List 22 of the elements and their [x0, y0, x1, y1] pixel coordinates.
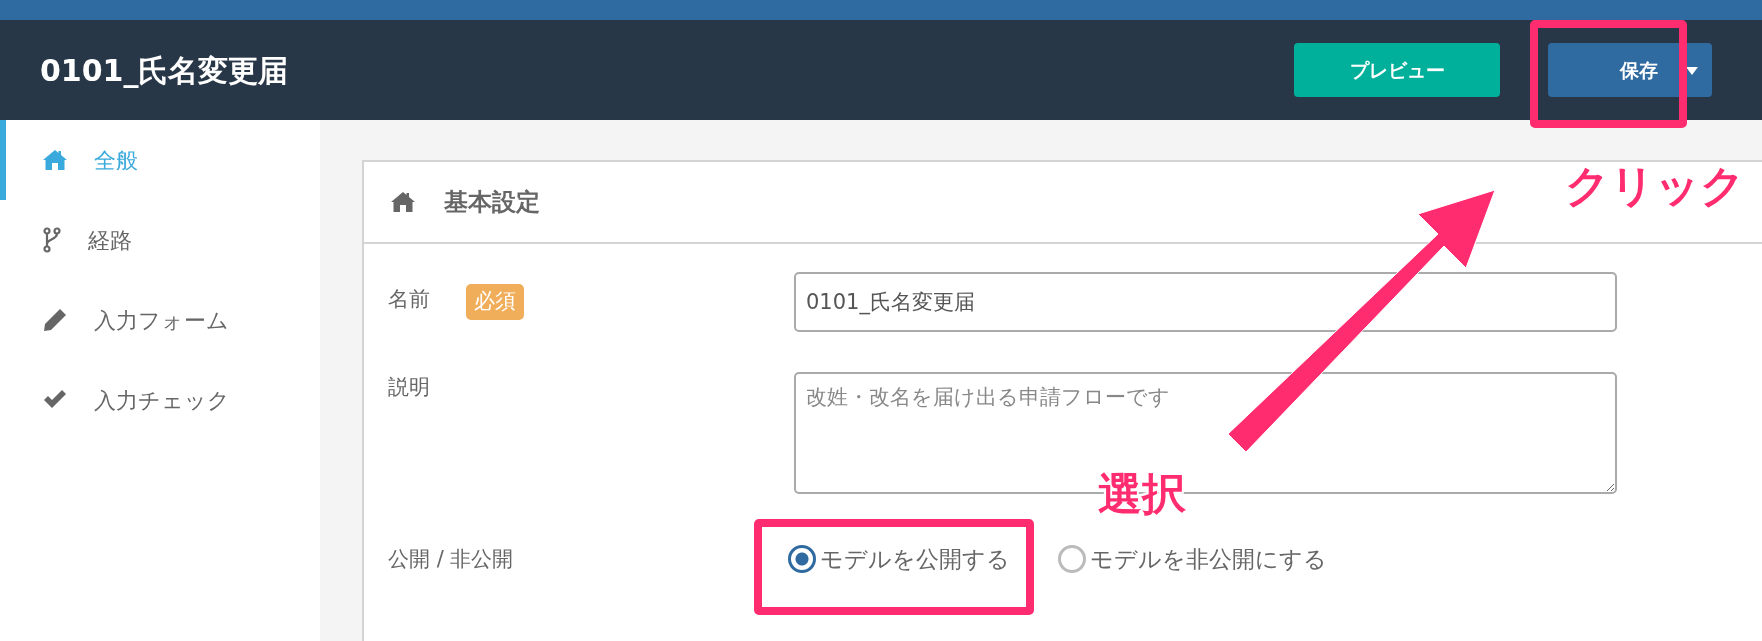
caret-icon[interactable] — [1686, 67, 1698, 75]
annotation-label: クリック — [1565, 164, 1745, 208]
sidebar-item[interactable]: 入力フォーム — [0, 280, 320, 360]
radio-option[interactable]: モデルを非公開にする — [1058, 542, 1327, 577]
radio-option[interactable]: モデルを公開する — [788, 542, 1010, 577]
sidebar-item[interactable]: 入力チェック — [0, 360, 320, 440]
home-icon — [390, 190, 416, 214]
required-badge: 必須 — [466, 284, 524, 320]
check-icon — [42, 389, 68, 411]
sidebar-item[interactable]: 経路 — [0, 200, 320, 280]
save-button[interactable]: 保存 — [1548, 43, 1712, 97]
field-label: 公開 / 非公開 — [388, 545, 514, 573]
branch-icon — [42, 227, 62, 253]
pencil-icon — [42, 307, 68, 333]
page-title: 0101_氏名変更届 — [40, 51, 289, 90]
radio-button[interactable] — [788, 545, 816, 574]
radio-button[interactable] — [1058, 545, 1086, 574]
field-label: 名前 — [388, 286, 430, 313]
home-icon — [42, 148, 68, 172]
card-title: 基本設定 — [444, 187, 540, 218]
field-label: 説明 — [388, 374, 430, 401]
name-input[interactable]: 0101_氏名変更届 — [794, 272, 1617, 332]
